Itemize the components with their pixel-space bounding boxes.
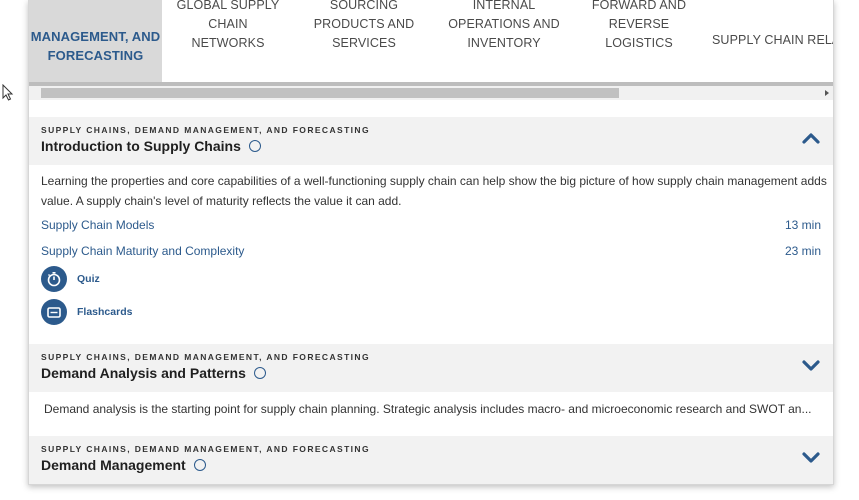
tab-demand-management-forecasting[interactable]: MANAGEMENT, AND FORECASTING <box>29 0 162 84</box>
tab-sourcing-products-services[interactable]: SOURCING PRODUCTS AND SERVICES <box>294 0 434 84</box>
tab-global-supply-chain-networks[interactable]: GLOBAL SUPPLY CHAIN NETWORKS <box>162 0 294 84</box>
tab-label-line1: SUPPLY CHAIN RELATIONSHIP <box>712 32 833 47</box>
flashcards-label: Flashcards <box>77 306 133 318</box>
progress-ring-icon <box>248 140 261 152</box>
progress-ring-icon <box>253 367 266 379</box>
chevron-down-icon[interactable] <box>801 358 821 372</box>
section-title: Demand Management <box>41 457 206 473</box>
section-eyebrow: SUPPLY CHAINS, DEMAND MANAGEMENT, AND FO… <box>41 352 370 362</box>
flashcards-link[interactable]: Flashcards <box>41 299 132 325</box>
scroll-right-arrow-icon[interactable] <box>825 90 829 96</box>
lesson-duration: 23 min <box>784 244 821 258</box>
quiz-link[interactable]: Quiz <box>41 266 100 292</box>
tab-label-line1: FORWARD AND REVERSE <box>591 0 687 31</box>
tab-label-line1: MANAGEMENT, AND <box>30 29 161 44</box>
section-header-demand-management[interactable]: SUPPLY CHAINS, DEMAND MANAGEMENT, AND FO… <box>29 436 833 484</box>
section-title: Introduction to Supply Chains <box>41 138 261 154</box>
tab-supply-chain-relationship[interactable]: SUPPLY CHAIN RELATIONSHIP <box>704 0 833 84</box>
section-title-text: Demand Management <box>41 457 186 473</box>
lesson-link[interactable]: Supply Chain Maturity and Complexity 23 … <box>41 244 821 258</box>
course-panel: MANAGEMENT, AND FORECASTING GLOBAL SUPPL… <box>28 0 834 485</box>
mouse-pointer-icon <box>2 84 14 101</box>
tab-label-line1: GLOBAL SUPPLY CHAIN <box>176 0 280 31</box>
chevron-up-icon[interactable] <box>801 131 821 145</box>
quiz-label: Quiz <box>77 273 100 285</box>
module-tabs: MANAGEMENT, AND FORECASTING GLOBAL SUPPL… <box>29 0 833 84</box>
card-icon <box>41 299 67 325</box>
tab-label-line1: INTERNAL OPERATIONS AND <box>448 0 560 31</box>
tab-label-line2: LOGISTICS <box>605 35 673 50</box>
section-title-text: Demand Analysis and Patterns <box>41 365 246 381</box>
tab-forward-reverse-logistics[interactable]: FORWARD AND REVERSE LOGISTICS <box>574 0 704 84</box>
section-title: Demand Analysis and Patterns <box>41 365 266 381</box>
tab-label-line2: FORECASTING <box>47 48 144 63</box>
section-description: Learning the properties and core capabil… <box>41 174 827 208</box>
horizontal-scrollbar[interactable] <box>29 86 833 100</box>
section-eyebrow: SUPPLY CHAINS, DEMAND MANAGEMENT, AND FO… <box>41 444 370 454</box>
section-header-demand-analysis[interactable]: SUPPLY CHAINS, DEMAND MANAGEMENT, AND FO… <box>29 344 833 392</box>
section-header-introduction[interactable]: SUPPLY CHAINS, DEMAND MANAGEMENT, AND FO… <box>29 117 833 165</box>
scrollbar-thumb[interactable] <box>41 88 619 98</box>
progress-ring-icon <box>193 459 206 471</box>
lesson-title: Supply Chain Maturity and Complexity <box>41 244 245 258</box>
lesson-title: Supply Chain Models <box>41 218 155 232</box>
tab-label-line2: SERVICES <box>332 35 396 50</box>
tab-label-line2: INVENTORY <box>467 35 541 50</box>
tab-label-line2: NETWORKS <box>191 35 265 50</box>
section-title-text: Introduction to Supply Chains <box>41 138 241 154</box>
section-description: Demand analysis is the starting point fo… <box>44 402 812 416</box>
tab-internal-operations-inventory[interactable]: INTERNAL OPERATIONS AND INVENTORY <box>434 0 574 84</box>
stopwatch-icon <box>41 266 67 292</box>
tab-label-line1: SOURCING PRODUCTS AND <box>313 0 415 31</box>
lesson-link[interactable]: Supply Chain Models 13 min <box>41 218 821 232</box>
lesson-duration: 13 min <box>784 218 821 232</box>
chevron-down-icon[interactable] <box>801 450 821 464</box>
section-eyebrow: SUPPLY CHAINS, DEMAND MANAGEMENT, AND FO… <box>41 125 370 135</box>
